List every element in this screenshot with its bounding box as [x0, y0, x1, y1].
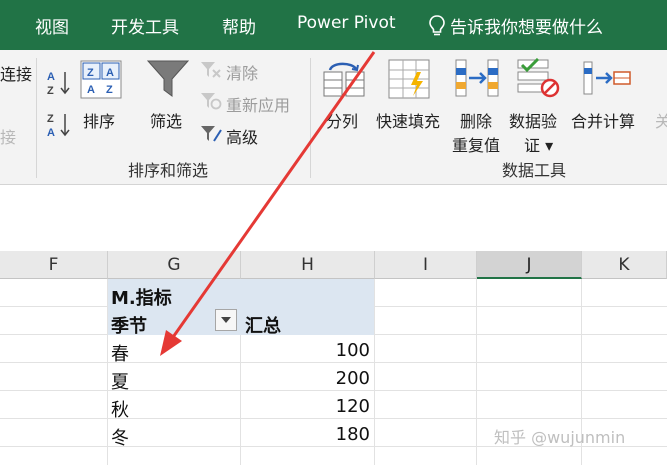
- red-annotation-arrow: [160, 51, 376, 356]
